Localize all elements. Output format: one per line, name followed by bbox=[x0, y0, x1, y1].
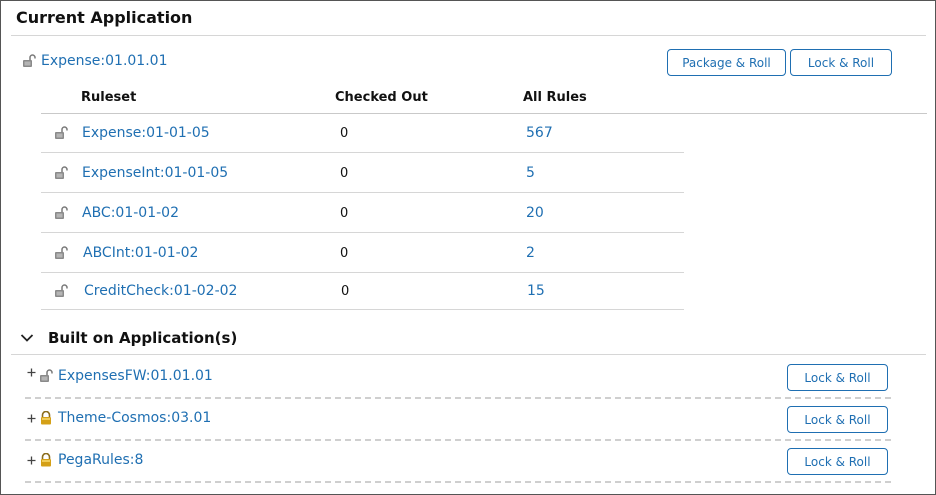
built-on-app-link[interactable]: PegaRules:8 bbox=[58, 452, 143, 468]
checked-out-count: 0 bbox=[340, 166, 349, 181]
dashed-divider bbox=[25, 439, 891, 441]
locked-padlock-icon bbox=[39, 453, 53, 467]
checked-out-count: 0 bbox=[341, 284, 350, 299]
row-divider bbox=[41, 272, 684, 273]
row-divider bbox=[41, 232, 684, 233]
app-frame: Current Application Expense:01.01.01 Pac… bbox=[0, 0, 936, 495]
ruleset-link[interactable]: Expense:01-01-05 bbox=[82, 125, 210, 141]
unlocked-padlock-icon bbox=[54, 126, 70, 140]
dashed-divider bbox=[25, 481, 891, 483]
built-on-lock-and-roll-button[interactable]: Lock & Roll bbox=[787, 364, 888, 391]
all-rules-count-link[interactable]: 20 bbox=[526, 205, 544, 221]
row-divider bbox=[41, 152, 684, 153]
checked-out-count: 0 bbox=[340, 246, 349, 261]
unlocked-padlock-icon bbox=[39, 369, 55, 383]
checked-out-count: 0 bbox=[340, 206, 349, 221]
ruleset-link[interactable]: ABC:01-01-02 bbox=[82, 205, 179, 221]
lock-and-roll-button[interactable]: Lock & Roll bbox=[790, 49, 892, 76]
row-divider bbox=[41, 192, 684, 193]
built-on-lock-and-roll-button[interactable]: Lock & Roll bbox=[787, 448, 888, 475]
all-rules-count-link[interactable]: 567 bbox=[526, 125, 553, 141]
all-rules-count-link[interactable]: 2 bbox=[526, 245, 535, 261]
column-header-checked-out: Checked Out bbox=[335, 90, 428, 105]
unlocked-padlock-icon bbox=[54, 284, 70, 298]
unlocked-padlock-icon bbox=[54, 166, 70, 180]
plus-icon[interactable] bbox=[27, 456, 36, 465]
row-divider bbox=[41, 309, 684, 310]
current-application-title: Current Application bbox=[16, 8, 193, 27]
built-on-lock-and-roll-button[interactable]: Lock & Roll bbox=[787, 406, 888, 433]
ruleset-link[interactable]: ExpenseInt:01-01-05 bbox=[82, 165, 228, 181]
built-on-divider bbox=[11, 354, 926, 355]
all-rules-count-link[interactable]: 15 bbox=[527, 283, 545, 299]
unlocked-padlock-icon bbox=[54, 206, 70, 220]
built-on-title: Built on Application(s) bbox=[48, 329, 238, 347]
unlocked-padlock-icon bbox=[22, 54, 38, 68]
chevron-down-icon[interactable] bbox=[20, 333, 34, 343]
built-on-app-link[interactable]: Theme-Cosmos:03.01 bbox=[58, 410, 211, 426]
header-divider bbox=[11, 35, 926, 36]
plus-icon[interactable] bbox=[27, 368, 36, 377]
checked-out-count: 0 bbox=[340, 126, 349, 141]
plus-icon[interactable] bbox=[27, 414, 36, 423]
column-header-all-rules: All Rules bbox=[523, 90, 587, 105]
dashed-divider bbox=[25, 397, 891, 399]
ruleset-link[interactable]: CreditCheck:01-02-02 bbox=[84, 283, 237, 299]
locked-padlock-icon bbox=[39, 411, 53, 425]
all-rules-count-link[interactable]: 5 bbox=[526, 165, 535, 181]
current-app-link[interactable]: Expense:01.01.01 bbox=[41, 53, 167, 69]
unlocked-padlock-icon bbox=[54, 246, 70, 260]
table-header-divider bbox=[41, 113, 927, 114]
package-and-roll-button[interactable]: Package & Roll bbox=[667, 49, 786, 76]
column-header-ruleset: Ruleset bbox=[81, 90, 137, 105]
built-on-app-link[interactable]: ExpensesFW:01.01.01 bbox=[58, 368, 213, 384]
ruleset-link[interactable]: ABCInt:01-01-02 bbox=[83, 245, 198, 261]
